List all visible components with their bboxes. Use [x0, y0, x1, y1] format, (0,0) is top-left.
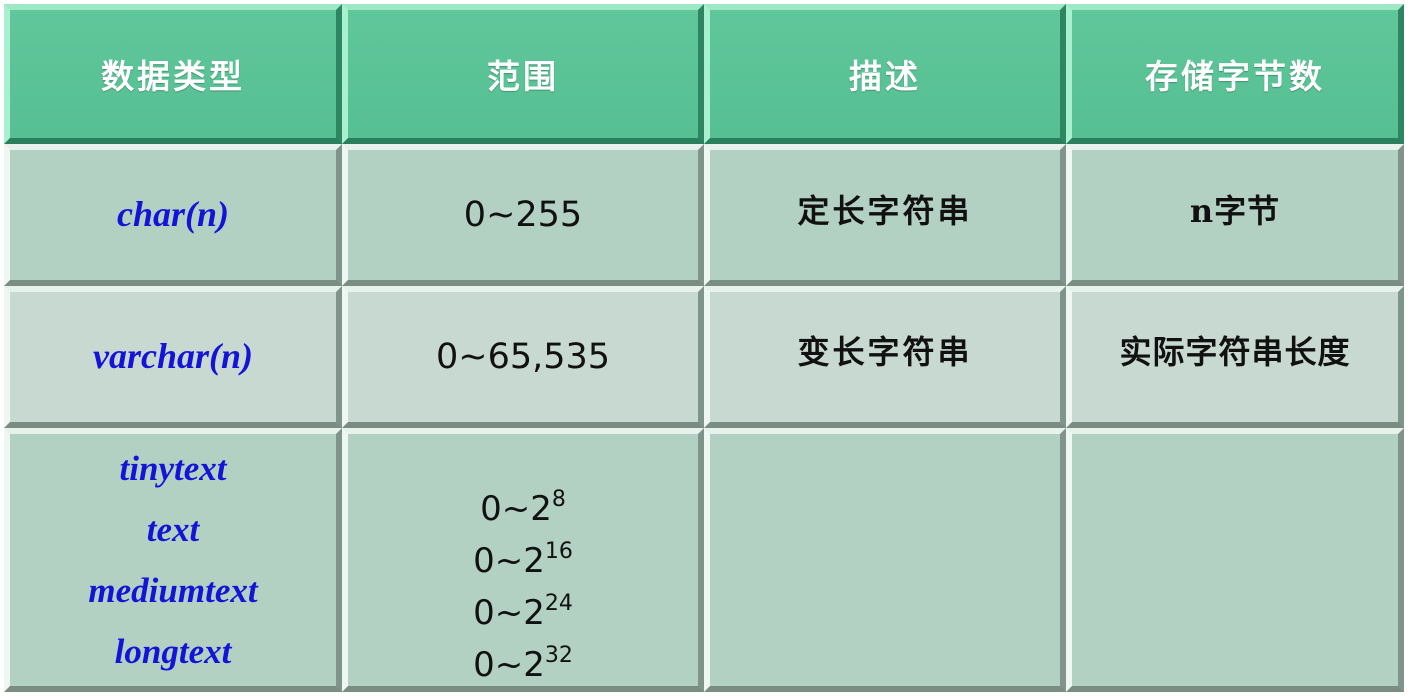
data-type-table: 数据类型 范围 描述 存储字节数 char(n) 0~255 定长字符串 n字节… — [4, 4, 1404, 692]
exponent-32: 32 — [544, 643, 573, 668]
type-mediumtext: mediumtext — [88, 571, 258, 610]
range-mediumtext: 0~224 — [473, 591, 573, 634]
desc-varchar: 变长字符串 — [797, 333, 973, 371]
bytes-varchar: 实际字符串长度 — [1119, 333, 1351, 371]
range-char: 0~255 — [463, 195, 583, 235]
text-range-list: 0~28 0~216 0~224 0~232 — [473, 483, 573, 691]
cell-range-varchar: 0~65,535 — [342, 286, 704, 428]
header-storage-bytes-label: 存储字节数 — [1145, 57, 1325, 96]
type-tinytext: tinytext — [119, 449, 227, 488]
exponent-8: 8 — [551, 487, 566, 512]
header-range: 范围 — [342, 4, 704, 144]
desc-char: 定长字符串 — [797, 192, 973, 230]
cell-type-char: char(n) — [4, 144, 342, 286]
cell-bytes-text-family-empty — [1066, 428, 1404, 692]
cell-range-char: 0~255 — [342, 144, 704, 286]
header-storage-bytes: 存储字节数 — [1066, 4, 1404, 144]
range-tinytext: 0~28 — [480, 487, 566, 530]
type-char: char(n) — [116, 194, 229, 235]
exponent-24: 24 — [544, 591, 573, 616]
header-range-label: 范围 — [487, 57, 559, 96]
bytes-char: n字节 — [1189, 192, 1281, 230]
header-description-label: 描述 — [849, 57, 921, 96]
cell-desc-char: 定长字符串 — [704, 144, 1066, 286]
cell-type-text-family: tinytext text mediumtext longtext — [4, 428, 342, 692]
cell-type-varchar: varchar(n) — [4, 286, 342, 428]
cell-desc-text-family-empty — [704, 428, 1066, 692]
exponent-16: 16 — [544, 539, 573, 564]
cell-range-text-family: 0~28 0~216 0~224 0~232 — [342, 428, 704, 692]
cell-bytes-char: n字节 — [1066, 144, 1404, 286]
range-varchar: 0~65,535 — [435, 337, 611, 377]
header-data-type-label: 数据类型 — [101, 57, 245, 96]
type-text: text — [146, 510, 200, 549]
cell-desc-varchar: 变长字符串 — [704, 286, 1066, 428]
text-type-list: tinytext text mediumtext longtext — [88, 438, 257, 682]
header-description: 描述 — [704, 4, 1066, 144]
type-varchar: varchar(n) — [93, 336, 253, 377]
cell-bytes-varchar: 实际字符串长度 — [1066, 286, 1404, 428]
type-longtext: longtext — [114, 632, 232, 671]
range-text: 0~216 — [473, 539, 573, 582]
range-longtext: 0~232 — [473, 643, 573, 686]
header-data-type: 数据类型 — [4, 4, 342, 144]
